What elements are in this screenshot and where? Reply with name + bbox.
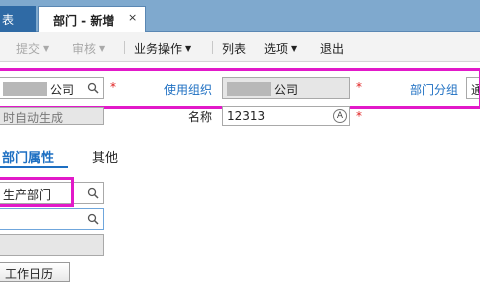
search-icon[interactable]	[87, 213, 99, 225]
lookup-field[interactable]	[0, 208, 104, 230]
tab-previous[interactable]: 表	[0, 6, 36, 32]
readonly-field	[0, 234, 104, 256]
audit-button[interactable]: 审核 ▼	[72, 40, 105, 57]
list-label: 列表	[222, 42, 247, 56]
name-label: 名称	[188, 110, 213, 124]
submit-label: 提交	[16, 42, 41, 56]
name-field[interactable]: 12313 A	[222, 106, 350, 126]
tab-dept-attributes[interactable]: 部门属性	[2, 147, 54, 166]
chevron-down-icon: ▼	[291, 44, 298, 53]
submit-button[interactable]: 提交 ▼	[16, 40, 49, 57]
toolbar: 提交 ▼ 审核 ▼ 业务操作 ▼ 列表 选项 ▼ 退出	[0, 32, 480, 62]
close-icon[interactable]: ×	[128, 11, 137, 24]
list-button[interactable]: 列表	[222, 40, 246, 57]
audit-label: 审核	[72, 42, 97, 56]
tab-previous-label: 表	[2, 13, 15, 27]
chevron-down-icon: ▼	[43, 44, 50, 53]
highlight-frame-org-row	[0, 68, 480, 109]
business-ops-label: 业务操作	[134, 42, 183, 56]
name-value: 12313	[227, 109, 266, 123]
chevron-down-icon: ▼	[99, 44, 106, 53]
tab-active-label: 部门 - 新增	[53, 14, 115, 28]
options-label: 选项	[264, 42, 289, 56]
tab-other[interactable]: 其他	[92, 147, 118, 166]
toolbar-divider	[212, 41, 213, 54]
business-ops-button[interactable]: 业务操作 ▼	[134, 40, 191, 57]
toolbar-divider	[124, 41, 125, 54]
required-mark: *	[356, 109, 362, 123]
search-icon[interactable]	[87, 187, 99, 199]
code-value: 时自动生成	[3, 111, 64, 125]
multilang-icon[interactable]: A	[333, 109, 347, 123]
code-field: 时自动生成	[0, 107, 104, 125]
highlight-frame-dept-type	[0, 177, 74, 207]
chevron-down-icon: ▼	[185, 44, 192, 53]
tab-bar: 表 部门 - 新增 ×	[0, 0, 480, 32]
options-button[interactable]: 选项 ▼	[264, 40, 297, 57]
active-tab-underline	[0, 166, 68, 168]
work-calendar-label: 工作日历	[5, 267, 54, 281]
work-calendar-button[interactable]: 工作日历	[0, 262, 70, 282]
exit-label: 退出	[320, 42, 345, 56]
exit-button[interactable]: 退出	[320, 40, 344, 57]
